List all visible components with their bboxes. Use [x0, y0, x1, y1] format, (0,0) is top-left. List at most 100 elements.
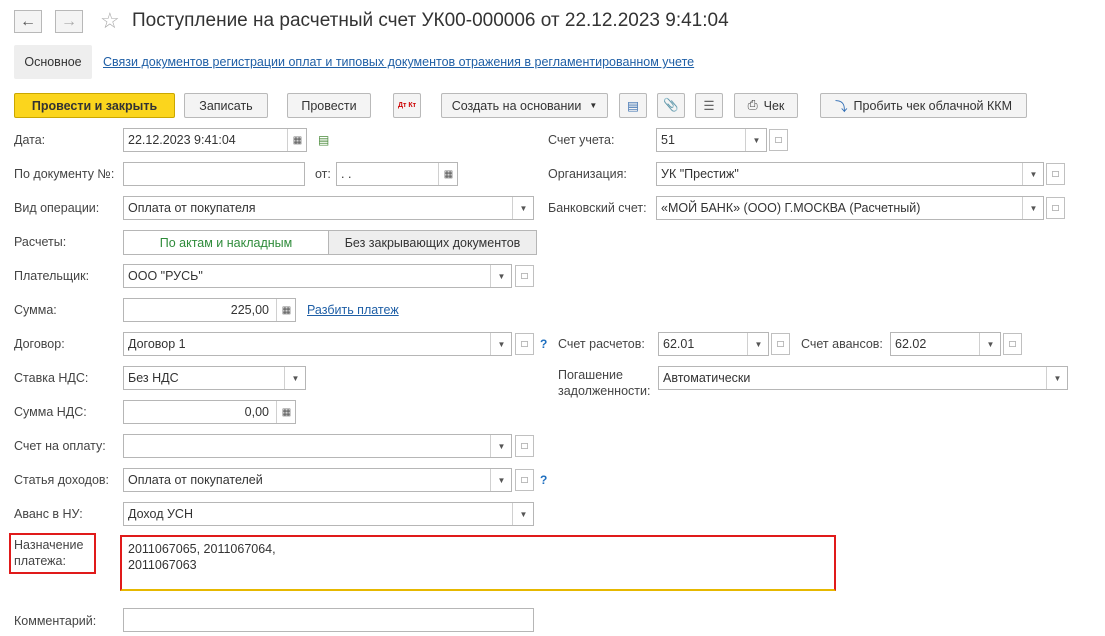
split-payment-link[interactable]: Разбить платеж	[307, 303, 399, 317]
forward-button[interactable]: →	[55, 10, 83, 33]
create-based-on-button[interactable]: Создать на основании ▼	[441, 93, 608, 118]
report-button[interactable]: ☰	[695, 93, 723, 118]
chevron-down-icon[interactable]: ▼	[512, 197, 533, 219]
chevron-down-icon[interactable]: ▼	[747, 333, 768, 355]
settlements-option-no-docs[interactable]: Без закрывающих документов	[328, 230, 537, 255]
payer-label: Плательщик:	[14, 269, 90, 283]
vat-sum-label: Сумма НДС:	[14, 405, 87, 419]
open-payer-icon[interactable]: □	[515, 265, 534, 287]
calc-account-label: Счет расчетов:	[558, 337, 645, 351]
account-value: 51	[661, 133, 675, 147]
printer-icon: ⎙	[747, 98, 758, 112]
cloud-kkm-button[interactable]: ⤵ Пробить чек облачной ККМ	[820, 93, 1027, 118]
open-bank-account-icon[interactable]: □	[1046, 197, 1065, 219]
save-button[interactable]: Записать	[184, 93, 268, 118]
open-contract-icon[interactable]: □	[515, 333, 534, 355]
operation-select[interactable]: Оплата от покупателя ▼	[123, 196, 534, 220]
contract-value: Договор 1	[128, 337, 186, 351]
advance-account-label: Счет авансов:	[801, 337, 883, 351]
tab-main[interactable]: Основное	[14, 45, 92, 79]
chevron-down-icon[interactable]: ▼	[1022, 163, 1043, 185]
payer-select[interactable]: ООО "РУСЬ" ▼	[123, 264, 512, 288]
contract-select[interactable]: Договор 1 ▼	[123, 332, 512, 356]
attach-button[interactable]: 📎	[657, 93, 685, 118]
open-account-icon[interactable]: □	[769, 129, 788, 151]
chevron-down-icon[interactable]: ▼	[1022, 197, 1043, 219]
dt-kt-icon: Дт Кт	[397, 101, 417, 109]
chevron-down-icon[interactable]: ▼	[512, 503, 533, 525]
operation-value: Оплата от покупателя	[128, 201, 256, 215]
back-button[interactable]: ←	[14, 10, 42, 33]
date-value: 22.12.2023 9:41:04	[128, 133, 236, 147]
repayment-label-line-1: Погашение	[558, 368, 623, 382]
receipt-button[interactable]: ⎙ Чек	[734, 93, 798, 118]
structure-button[interactable]: ▤	[619, 93, 647, 118]
doc-number-field[interactable]	[123, 162, 305, 186]
chevron-down-icon[interactable]: ▼	[490, 265, 511, 287]
bank-account-label: Банковский счет:	[548, 201, 647, 215]
bank-account-value: «МОЙ БАНК» (ООО) Г.МОСКВА (Расчетный)	[661, 201, 921, 215]
income-item-help-icon[interactable]: ?	[540, 473, 547, 487]
income-item-label: Статья доходов:	[14, 473, 110, 487]
organization-select[interactable]: УК "Престиж" ▼	[656, 162, 1044, 186]
calculator-icon[interactable]: ▦	[276, 401, 295, 423]
income-item-select[interactable]: Оплата от покупателей ▼	[123, 468, 512, 492]
organization-label: Организация:	[548, 167, 627, 181]
from-date-field[interactable]: . . ▦	[336, 162, 458, 186]
invoice-select[interactable]: ▼	[123, 434, 512, 458]
chevron-down-icon[interactable]: ▼	[745, 129, 766, 151]
repayment-label: Погашение задолженности:	[558, 367, 650, 399]
purpose-line-2: 2011067063	[128, 558, 197, 572]
chevron-down-icon[interactable]: ▼	[490, 435, 511, 457]
operation-label: Вид операции:	[14, 201, 100, 215]
chevron-down-icon[interactable]: ▼	[979, 333, 1000, 355]
comment-label: Комментарий:	[14, 614, 97, 628]
dt-kt-button[interactable]: Дт Кт	[393, 93, 421, 118]
open-calc-account-icon[interactable]: □	[771, 333, 790, 355]
open-invoice-icon[interactable]: □	[515, 435, 534, 457]
open-income-item-icon[interactable]: □	[515, 469, 534, 491]
bank-account-select[interactable]: «МОЙ БАНК» (ООО) Г.МОСКВА (Расчетный) ▼	[656, 196, 1044, 220]
settlements-option-acts[interactable]: По актам и накладным	[123, 230, 329, 255]
vat-sum-value: 0,00	[244, 405, 269, 419]
calc-account-select[interactable]: 62.01 ▼	[658, 332, 769, 356]
repayment-value: Автоматически	[663, 371, 751, 385]
chevron-down-icon[interactable]: ▼	[490, 333, 511, 355]
open-organization-icon[interactable]: □	[1046, 163, 1065, 185]
arrow-right-icon: →	[61, 12, 77, 30]
cloud-arrow-icon: ⤵	[835, 100, 848, 114]
repayment-label-line-2: задолженности:	[558, 384, 651, 398]
post-button[interactable]: Провести	[287, 93, 371, 118]
calculator-icon[interactable]: ▦	[276, 299, 295, 321]
vat-sum-field[interactable]: 0,00 ▦	[123, 400, 296, 424]
purpose-line-1: 2011067065, 2011067064,	[128, 542, 276, 556]
dropdown-arrow-icon: ▼	[589, 101, 598, 110]
advance-tax-select[interactable]: Доход УСН ▼	[123, 502, 534, 526]
calendar-icon[interactable]: ▦	[287, 129, 306, 151]
income-item-value: Оплата от покупателей	[128, 473, 263, 487]
cloud-kkm-label: Пробить чек облачной ККМ	[853, 98, 1012, 113]
receipt-label: Чек	[763, 98, 785, 113]
chevron-down-icon[interactable]: ▼	[284, 367, 305, 389]
purpose-textarea[interactable]: 2011067065, 2011067064, 2011067063	[128, 541, 276, 573]
calendar-icon[interactable]: ▦	[438, 163, 457, 185]
date-field[interactable]: 22.12.2023 9:41:04 ▦	[123, 128, 307, 152]
tab-links[interactable]: Связи документов регистрации оплат и тип…	[103, 55, 694, 69]
doc-number-label: По документу №:	[14, 167, 115, 181]
advance-account-select[interactable]: 62.02 ▼	[890, 332, 1001, 356]
chevron-down-icon[interactable]: ▼	[1046, 367, 1067, 389]
contract-help-icon[interactable]: ?	[540, 337, 547, 351]
vat-rate-select[interactable]: Без НДС ▼	[123, 366, 306, 390]
account-select[interactable]: 51 ▼	[656, 128, 767, 152]
repayment-select[interactable]: Автоматически ▼	[658, 366, 1068, 390]
contract-label: Договор:	[14, 337, 65, 351]
sum-field[interactable]: 225,00 ▦	[123, 298, 296, 322]
vat-rate-value: Без НДС	[128, 371, 179, 385]
post-and-close-button[interactable]: Провести и закрыть	[14, 93, 175, 118]
chevron-down-icon[interactable]: ▼	[490, 469, 511, 491]
advance-account-value: 62.02	[895, 337, 927, 351]
comment-field[interactable]	[123, 608, 534, 632]
favorite-star-icon[interactable]: ☆	[100, 8, 120, 34]
open-advance-account-icon[interactable]: □	[1003, 333, 1022, 355]
from-label: от:	[315, 167, 331, 181]
